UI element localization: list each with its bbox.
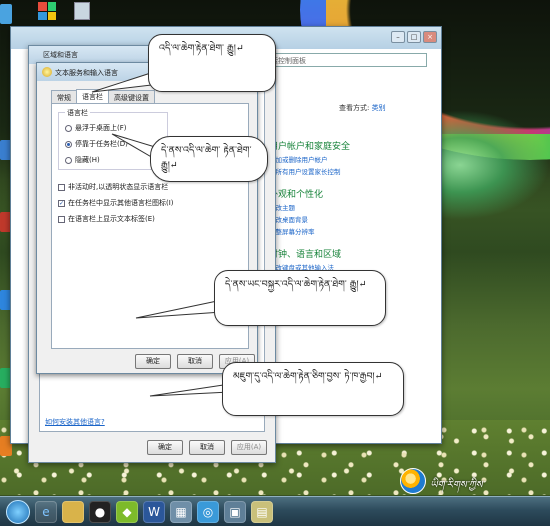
- folder-icon[interactable]: [62, 500, 84, 523]
- view-by-value[interactable]: 类别: [372, 104, 386, 112]
- ok-button[interactable]: 确定: [147, 440, 183, 455]
- section-link[interactable]: 添加或删除用户帐户: [269, 154, 350, 164]
- section-clock-language-region: 时钟、语言和区域 更改键盘或其他输入法: [269, 247, 341, 272]
- radio-button[interactable]: [65, 140, 72, 148]
- section-link[interactable]: 更改主题: [269, 202, 323, 212]
- site-logo: ཡིག་རིགས་ཀྱིས་: [396, 468, 546, 496]
- callout-text: མཇུག་དུ་འདི་ལ་ཆེག་རྟེན་ཅིག་བྱས་ ཏེ་ཁ་རྒྱ…: [233, 371, 383, 382]
- section-user-accounts: 用户帐户和家庭安全 添加或删除用户帐户 为所有用户设置家长控制: [269, 139, 350, 176]
- penguin-app-icon[interactable]: ●: [89, 500, 111, 523]
- start-button-icon[interactable]: [6, 499, 30, 524]
- radio-label: 停靠于任务栏(D): [75, 140, 128, 148]
- close-button[interactable]: ×: [423, 31, 437, 43]
- checkbox-label: 在任务栏中显示其他语言栏图标(I): [68, 199, 174, 207]
- section-appearance: 外观和个性化 更改主题 更改桌面背景 调整屏幕分辨率: [269, 187, 323, 236]
- checkbox[interactable]: ✓: [58, 199, 65, 207]
- callout-text: འདི་ལ་ཆེག་རྟེན་ཐེག་ རྒྱུ།↵: [159, 43, 244, 54]
- radio-docked[interactable]: 停靠于任务栏(D): [65, 139, 128, 149]
- taskbar: e ● ◆ W ▦ ◎ ▣ ▤: [0, 496, 550, 526]
- section-link[interactable]: 为所有用户设置家长控制: [269, 166, 350, 176]
- control-panel-taskbar-icon[interactable]: ▤: [251, 500, 273, 523]
- view-by-label: 查看方式:: [339, 104, 370, 112]
- checkbox-label: 在语言栏上显示文本标签(E): [68, 215, 155, 223]
- word-icon[interactable]: W: [143, 500, 165, 523]
- cancel-button[interactable]: 取消: [189, 440, 225, 455]
- text-services-dialog: 文本服务和输入语言 常规 语言栏 高级键设置 语言栏 悬浮于桌面上(F) 停靠于…: [36, 62, 258, 374]
- callout-4: མཇུག་དུ་འདི་ལ་ཆེག་རྟེན་ཅིག་བྱས་ ཏེ་ཁ་རྒྱ…: [222, 362, 404, 416]
- apply-button[interactable]: 应用(A): [231, 440, 267, 455]
- callout-text: དེ་ནས་ཡང་བསྐྱར་འདི་ལ་ཆེག་རྟེན་ཐེག་ རྒྱུ།…: [225, 279, 367, 290]
- section-heading[interactable]: 用户帐户和家庭安全: [269, 139, 350, 152]
- radio-label: 隐藏(H): [75, 156, 100, 164]
- checkbox-label: 非活动时,以透明状态显示语言栏: [68, 183, 169, 191]
- control-panel-search-input[interactable]: 搜索控制面板: [259, 53, 427, 67]
- ok-button[interactable]: 确定: [135, 354, 171, 369]
- checkbox[interactable]: [58, 215, 65, 223]
- radio-label: 悬浮于桌面上(F): [75, 124, 127, 132]
- checkbox-text-labels[interactable]: 在语言栏上显示文本标签(E): [58, 214, 155, 224]
- globe-icon[interactable]: ◎: [197, 500, 219, 523]
- top-app-icon[interactable]: [38, 2, 56, 20]
- checkbox[interactable]: [58, 183, 65, 191]
- callout-2: དེ་ནས་འདི་ལ་ཆེག་ རྟེན་ཐེག་རྒྱུ།↵: [150, 136, 268, 182]
- section-heading[interactable]: 时钟、语言和区域: [269, 247, 341, 260]
- desktop-icon-1[interactable]: [0, 4, 12, 24]
- radio-button[interactable]: [65, 156, 72, 164]
- radio-floating[interactable]: 悬浮于桌面上(F): [65, 123, 127, 133]
- checkbox-transparent[interactable]: 非活动时,以透明状态显示语言栏: [58, 182, 168, 192]
- section-heading[interactable]: 外观和个性化: [269, 187, 323, 200]
- view-by-selector[interactable]: 查看方式: 类别: [339, 103, 386, 113]
- calculator-icon[interactable]: ▦: [170, 500, 192, 523]
- section-link[interactable]: 调整屏幕分辨率: [269, 226, 323, 236]
- radio-button[interactable]: [65, 124, 72, 132]
- radio-hidden[interactable]: 隐藏(H): [65, 155, 100, 165]
- callout-3: དེ་ནས་ཡང་བསྐྱར་འདི་ལ་ཆེག་རྟེན་ཐེག་ རྒྱུ།…: [214, 270, 386, 326]
- callout-1: འདི་ལ་ཆེག་རྟེན་ཐེག་ རྒྱུ།↵: [148, 34, 276, 92]
- checkbox-extra-icons[interactable]: ✓ 在任务栏中显示其他语言栏图标(I): [58, 198, 174, 208]
- logo-mark-icon: [400, 468, 426, 494]
- cancel-button[interactable]: 取消: [177, 354, 213, 369]
- maximize-button[interactable]: □: [407, 31, 421, 43]
- keyboard-icon: [42, 67, 52, 77]
- group-title: 语言栏: [65, 108, 90, 118]
- top-app-icon-2[interactable]: [74, 2, 90, 20]
- callout-text: དེ་ནས་འདི་ལ་ཆེག་ རྟེན་ཐེག་རྒྱུ།↵: [161, 145, 252, 171]
- internet-explorer-icon[interactable]: e: [35, 500, 57, 523]
- install-languages-link[interactable]: 如何安装其他语言?: [45, 417, 105, 427]
- text-services-title: 文本服务和输入语言: [55, 69, 118, 77]
- network-icon[interactable]: ▣: [224, 500, 246, 523]
- section-link[interactable]: 更改桌面背景: [269, 214, 323, 224]
- minimize-button[interactable]: –: [391, 31, 405, 43]
- green-app-icon[interactable]: ◆: [116, 500, 138, 523]
